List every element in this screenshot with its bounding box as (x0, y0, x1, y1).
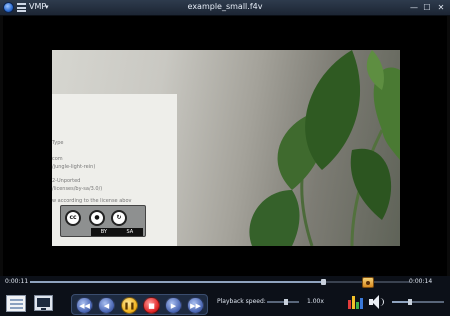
maximize-button[interactable]: ☐ (421, 2, 433, 13)
paper-text: w according to the license abov (52, 198, 132, 204)
previous-button[interactable]: ◀◀ (76, 297, 93, 314)
paper-text: /licenses/by-sa/3.0/) (52, 186, 103, 192)
playback-speed-value: 1.00x (307, 298, 324, 305)
title-bar: VMP ▾ example_small.f4v — ☐ ✕ (0, 0, 450, 16)
paper-text: Type (52, 140, 64, 146)
license-paper: Type com /jungle-light-rein) 2-Unported … (52, 94, 177, 246)
playlist-button[interactable] (6, 295, 26, 312)
video-frame[interactable]: Type com /jungle-light-rein) 2-Unported … (52, 50, 400, 246)
speed-slider-thumb[interactable] (284, 299, 288, 305)
forward-button[interactable]: ▶ (165, 297, 182, 314)
speed-slider[interactable] (267, 301, 299, 303)
cc-labels: BY SA (91, 228, 143, 236)
close-button[interactable]: ✕ (435, 2, 447, 13)
seek-progress (30, 281, 323, 283)
cc-license-badge: cc ● ↻ BY SA (60, 205, 146, 237)
window-title: example_small.f4v (187, 2, 263, 11)
video-stage[interactable]: Type com /jungle-light-rein) 2-Unported … (3, 16, 447, 276)
minimize-button[interactable]: — (408, 2, 420, 13)
attribution-icon: ● (89, 210, 105, 226)
paper-text: 2-Unported (52, 178, 81, 184)
volume-thumb[interactable] (408, 299, 413, 305)
seek-bar[interactable] (30, 279, 410, 285)
screen-button[interactable] (34, 295, 53, 311)
pause-button[interactable]: ❚❚ (121, 297, 138, 314)
total-time: 0:00:14 (409, 278, 433, 285)
equalizer-icon[interactable] (347, 294, 363, 309)
rewind-button[interactable]: ◀ (98, 297, 115, 314)
volume-slider[interactable] (392, 299, 444, 305)
cc-by-label: BY (100, 229, 107, 235)
volume-icon[interactable] (369, 295, 385, 309)
paper-text: /jungle-light-rein) (52, 164, 96, 170)
stop-button[interactable]: ■ (143, 297, 160, 314)
paper-text: com (52, 156, 63, 162)
seek-thumb[interactable] (320, 279, 326, 285)
snapshot-icon[interactable] (362, 277, 374, 288)
next-button[interactable]: ▶▶ (187, 297, 204, 314)
cc-sa-label: SA (126, 229, 134, 235)
cc-logo-icon: cc (65, 210, 81, 226)
playback-speed-label: Playback speed: (217, 298, 266, 305)
transport-controls: ◀◀ ◀ ❚❚ ■ ▶ ▶▶ (71, 294, 208, 315)
current-time: 0:00:11 (5, 278, 29, 285)
share-alike-icon: ↻ (111, 210, 127, 226)
